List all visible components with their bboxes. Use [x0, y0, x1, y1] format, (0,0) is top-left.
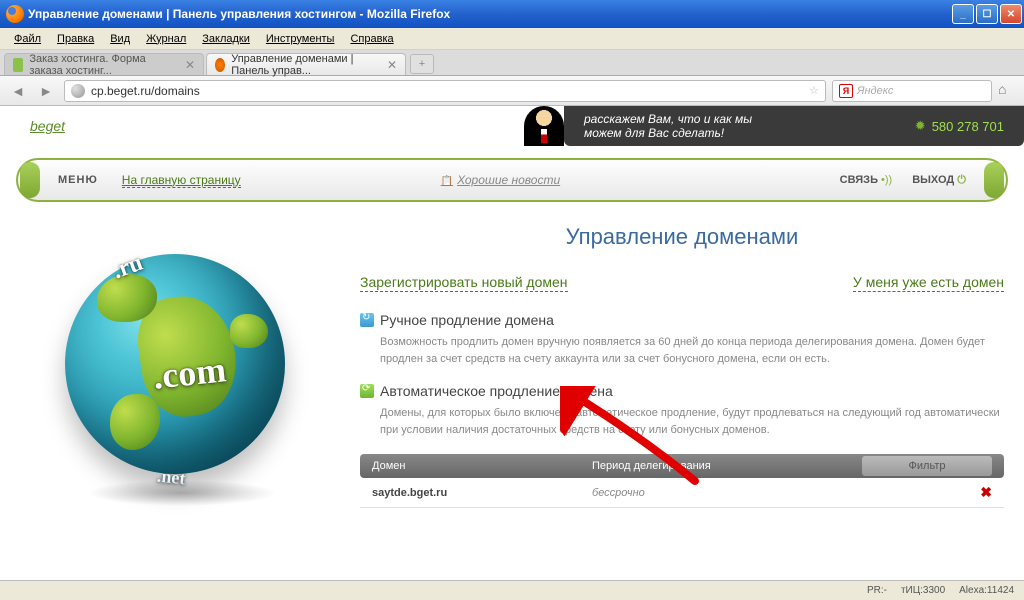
- manual-renew-text: Возможность продлить домен вручную появл…: [360, 334, 1004, 367]
- support-person-icon: [524, 106, 564, 146]
- tab-1-label: Заказ хостинга. Форма заказа хостинг...: [29, 53, 179, 77]
- domain-table-header: Домен Период делегирования Фильтр: [360, 454, 1004, 478]
- search-placeholder: Яндекс: [857, 85, 893, 97]
- slogan-line2: можем для Вас сделать!: [584, 126, 752, 140]
- yandex-icon: Я: [839, 84, 853, 98]
- address-bar: ◄ ► cp.beget.ru/domains ☆ Я Яндекс ⌂: [0, 76, 1024, 106]
- globe-illustration: .ru .com .net: [65, 254, 305, 494]
- auto-renew-text: Домены, для которых было включено автома…: [360, 405, 1004, 438]
- menu-bookmarks[interactable]: Закладки: [194, 31, 258, 47]
- tab-1[interactable]: Заказ хостинга. Форма заказа хостинг... …: [4, 53, 204, 75]
- tab-2-active[interactable]: Управление доменами | Панель управ... ✕: [206, 53, 406, 75]
- page-title: Управление доменами: [360, 224, 1004, 250]
- main-nav: МЕНЮ На главную страницу Хорошие новости…: [16, 158, 1008, 202]
- nav-home-link[interactable]: На главную страницу: [122, 173, 241, 188]
- beget-favicon-icon: [13, 58, 23, 72]
- tab-1-close-icon[interactable]: ✕: [185, 58, 195, 72]
- banner: beget расскажем Вам, что и как мы можем …: [0, 106, 1024, 146]
- forward-button[interactable]: ►: [34, 80, 58, 102]
- home-button[interactable]: ⌂: [998, 81, 1018, 101]
- window-titlebar: Управление доменами | Панель управления …: [0, 0, 1024, 28]
- close-button[interactable]: ✕: [1000, 4, 1022, 24]
- menu-file[interactable]: Файл: [6, 31, 49, 47]
- firefox-icon: [6, 5, 24, 23]
- menu-tools[interactable]: Инструменты: [258, 31, 343, 47]
- auto-renew-title: Автоматическое продление домена: [380, 383, 613, 399]
- nav-exit-button[interactable]: ВЫХОД: [912, 174, 966, 187]
- menu-help[interactable]: Справка: [342, 31, 401, 47]
- window-title: Управление доменами | Панель управления …: [28, 7, 952, 21]
- manual-renew-icon: [360, 313, 374, 327]
- minimize-button[interactable]: _: [952, 4, 974, 24]
- maximize-button[interactable]: ☐: [976, 4, 998, 24]
- filter-button[interactable]: Фильтр: [862, 456, 992, 476]
- site-identity-icon: [71, 84, 85, 98]
- menu-view[interactable]: Вид: [102, 31, 138, 47]
- tab-2-close-icon[interactable]: ✕: [387, 58, 397, 72]
- delete-domain-icon[interactable]: ✖: [980, 484, 992, 501]
- url-input[interactable]: cp.beget.ru/domains ☆: [64, 80, 826, 102]
- have-domain-link[interactable]: У меня уже есть домен: [853, 274, 1004, 292]
- beget-logo[interactable]: beget: [30, 118, 65, 134]
- nav-news-link[interactable]: Хорошие новости: [441, 173, 560, 187]
- status-tic: тИЦ:3300: [901, 585, 945, 596]
- search-input[interactable]: Я Яндекс: [832, 80, 992, 102]
- register-domain-link[interactable]: Зарегистрировать новый домен: [360, 274, 568, 292]
- tab-2-label: Управление доменами | Панель управ...: [231, 53, 381, 77]
- table-row: saytde.bget.ru бессрочно ✖: [360, 478, 1004, 508]
- status-alexa: Alexa:11424: [959, 585, 1014, 596]
- domain-cell: saytde.bget.ru: [372, 487, 592, 499]
- new-tab-button[interactable]: +: [410, 54, 434, 74]
- url-text: cp.beget.ru/domains: [91, 84, 803, 98]
- status-pr: PR:-: [867, 585, 887, 596]
- th-domain: Домен: [372, 460, 592, 472]
- period-cell: бессрочно: [592, 487, 980, 499]
- th-period: Период делегирования: [592, 460, 862, 472]
- back-button[interactable]: ◄: [6, 80, 30, 102]
- auto-renew-icon: [360, 384, 374, 398]
- slogan-box: расскажем Вам, что и как мы можем для Ва…: [564, 106, 1024, 146]
- phone-number: 580 278 701: [915, 118, 1004, 134]
- tab-bar: Заказ хостинга. Форма заказа хостинг... …: [0, 50, 1024, 76]
- menu-edit[interactable]: Правка: [49, 31, 102, 47]
- status-bar: PR:- тИЦ:3300 Alexa:11424: [0, 580, 1024, 600]
- menu-bar: Файл Правка Вид Журнал Закладки Инструме…: [0, 28, 1024, 50]
- bookmark-star-icon[interactable]: ☆: [809, 84, 819, 97]
- page-content: beget расскажем Вам, что и как мы можем …: [0, 106, 1024, 580]
- nav-contact-button[interactable]: СВЯЗЬ: [840, 174, 893, 186]
- manual-renew-title: Ручное продление домена: [380, 312, 554, 328]
- tld-com-label: .com: [151, 348, 228, 397]
- slogan-line1: расскажем Вам, что и как мы: [584, 112, 752, 126]
- firefox-favicon-icon: [215, 58, 225, 72]
- menu-history[interactable]: Журнал: [138, 31, 194, 47]
- nav-menu-button[interactable]: МЕНЮ: [58, 174, 98, 186]
